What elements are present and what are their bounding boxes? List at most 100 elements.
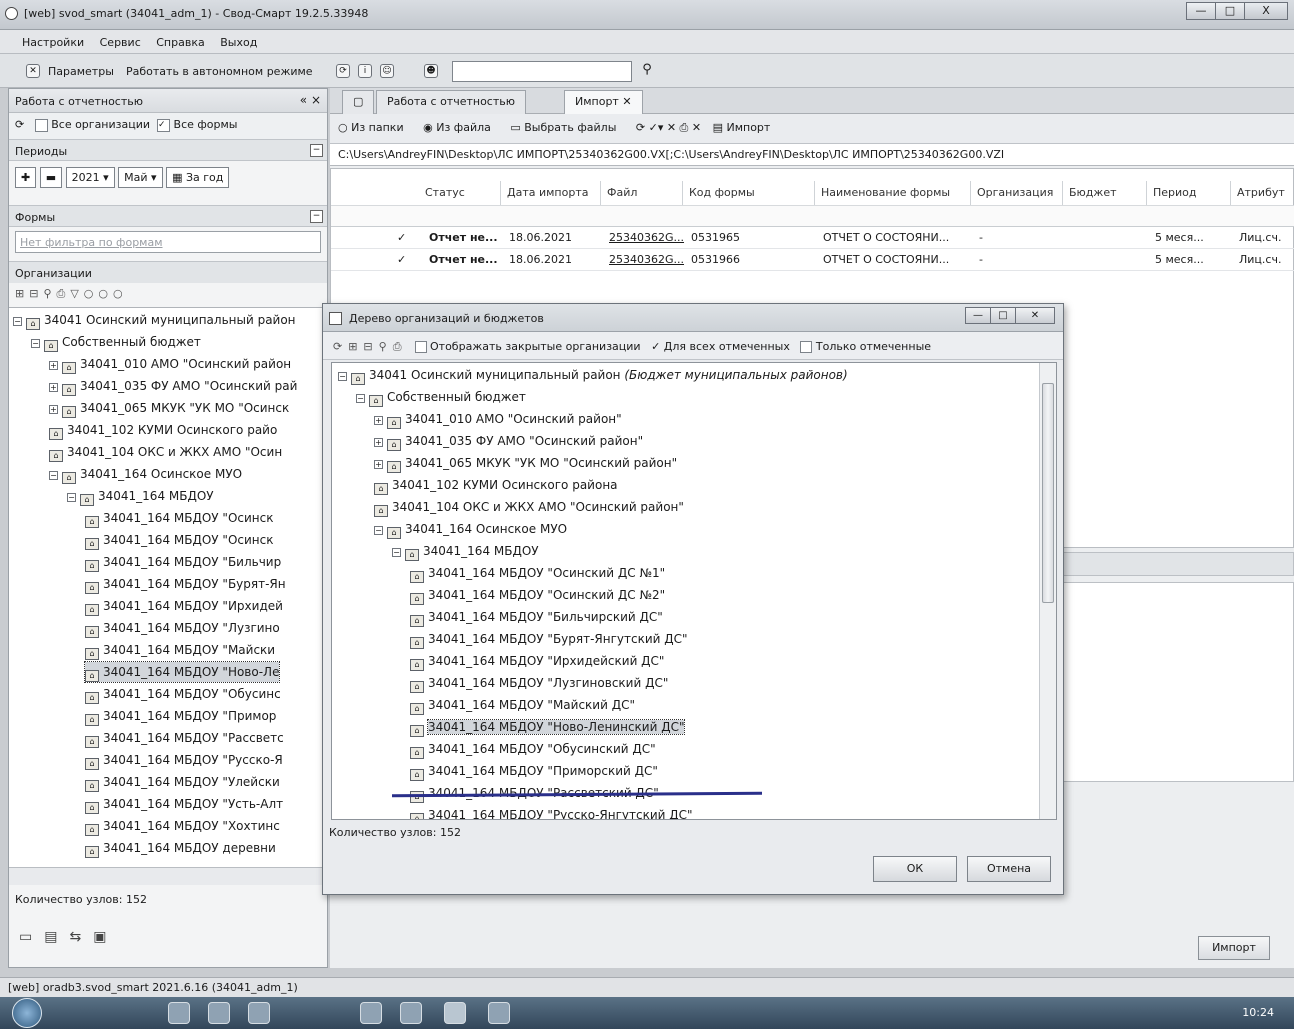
- import-toolbar-button[interactable]: ▤ Импорт: [713, 121, 779, 134]
- dialog-tree-node[interactable]: ⌂ 34041_164 МБДОУ "Ново-Ленинский ДС": [410, 717, 686, 737]
- toolbar-search-input[interactable]: [452, 61, 632, 82]
- expand-icon[interactable]: −: [374, 526, 383, 535]
- show-closed-checkbox[interactable]: [414, 341, 427, 353]
- dialog-tree-node[interactable]: ⌂ 34041_164 МБДОУ "Бильчирский ДС": [410, 607, 663, 627]
- expand-icon[interactable]: +: [49, 361, 58, 370]
- grid-column-header[interactable]: Файл: [601, 181, 683, 205]
- org-tree-node[interactable]: ⌂ 34041_164 МБДОУ "Осинск: [85, 508, 273, 528]
- dialog-tree-node[interactable]: ⌂ 34041_102 КУМИ Осинского района: [374, 475, 618, 495]
- dialog-tree-node[interactable]: ⌂ 34041_164 МБДОУ "Приморский ДС": [410, 761, 658, 781]
- sync-icon[interactable]: ⇆: [69, 929, 93, 945]
- taskbar-app-icon[interactable]: [248, 1002, 270, 1024]
- expand-icon[interactable]: −: [67, 493, 76, 502]
- tab-reporting[interactable]: Работа с отчетностью: [376, 90, 527, 114]
- all-orgs-checkbox[interactable]: [34, 118, 48, 132]
- only-checked-checkbox[interactable]: [800, 341, 813, 353]
- tab-import[interactable]: Импорт ✕: [564, 90, 643, 114]
- taskbar-app-icon[interactable]: [444, 1002, 466, 1024]
- expand-icon[interactable]: +: [49, 383, 58, 392]
- menu-service[interactable]: Сервис: [100, 36, 141, 49]
- table-icon[interactable]: ▤: [44, 929, 69, 945]
- dialog-tree-node[interactable]: ⌂ 34041_164 МБДОУ "Ирхидейский ДС": [410, 651, 664, 671]
- org-tree-node[interactable]: ⌂ 34041_164 МБДОУ "Осинск: [85, 530, 273, 550]
- taskbar-app-icon[interactable]: [360, 1002, 382, 1024]
- table-row[interactable]: ✓ Отчет не... 18.06.2021 25340362G... 053196…: [331, 249, 1294, 271]
- org-tree-node[interactable]: ⌂ 34041_164 МБДОУ "Обусинс: [85, 684, 281, 704]
- dialog-tree-node[interactable]: ⌂ 34041_164 МБДОУ "Майский ДС": [410, 695, 635, 715]
- dialog-tree-node[interactable]: − ⌂ Собственный бюджет: [356, 387, 526, 407]
- org-tree-node[interactable]: + ⌂ 34041_010 АМО "Осинский район: [49, 354, 291, 374]
- periods-collapse-button[interactable]: −: [310, 144, 323, 157]
- expand-icon[interactable]: +: [374, 438, 383, 447]
- dialog-tool-icons[interactable]: ⟳⊞⊟⚲⎙: [333, 340, 408, 353]
- dialog-tree-node[interactable]: ⌂ 34041_104 ОКС и ЖКХ АМО "Осинский район…: [374, 497, 684, 517]
- org-tree-node[interactable]: + ⌂ 34041_035 ФУ АМО "Осинский рай: [49, 376, 297, 396]
- grid-column-header[interactable]: Наименование формы: [815, 181, 971, 205]
- grid-column-header[interactable]: Код формы: [683, 181, 815, 205]
- dialog-tree-node[interactable]: − ⌂ 34041_164 Осинское МУО: [374, 519, 567, 539]
- minimize-button[interactable]: —: [1186, 2, 1216, 20]
- grid-column-header[interactable]: Атрибут: [1231, 181, 1294, 205]
- org-tree-node[interactable]: ⌂ 34041_164 МБДОУ "Русско-Я: [85, 750, 283, 770]
- org-tree-node[interactable]: − ⌂ 34041 Осинский муниципальный район: [13, 310, 296, 330]
- menu-exit[interactable]: Выход: [220, 36, 257, 49]
- expand-icon[interactable]: +: [49, 405, 58, 414]
- collapse-all-icon[interactable]: ⊟: [29, 287, 43, 300]
- expand-icon[interactable]: +: [374, 460, 383, 469]
- org-tree-node[interactable]: ⌂ 34041_104 ОКС и ЖКХ АМО "Осин: [49, 442, 282, 462]
- org-tree-node[interactable]: ⌂ 34041_164 МБДОУ "Бильчир: [85, 552, 281, 572]
- taskbar-app-icon[interactable]: [168, 1002, 190, 1024]
- maximize-button[interactable]: □: [1215, 2, 1245, 20]
- expand-icon[interactable]: −: [49, 471, 58, 480]
- remove-period-button[interactable]: ▬: [39, 167, 63, 188]
- close-button[interactable]: X: [1244, 2, 1288, 20]
- grid-column-header[interactable]: Бюджет: [1063, 181, 1147, 205]
- org-tree-node[interactable]: ⌂ 34041_164 МБДОУ "Лузгино: [85, 618, 280, 638]
- offline-mode-button[interactable]: Работать в автономном режиме: [126, 65, 313, 78]
- tab-home[interactable]: ▢: [342, 90, 374, 114]
- grid-column-header[interactable]: Статус: [419, 181, 501, 205]
- users-icon[interactable]: ☺: [380, 64, 394, 78]
- from-file-radio[interactable]: ◉ Из файла: [423, 121, 499, 134]
- org-tree-node[interactable]: ⌂ 34041_102 КУМИ Осинского райо: [49, 420, 277, 440]
- expand-icon[interactable]: +: [374, 416, 383, 425]
- start-button[interactable]: [12, 998, 42, 1028]
- print-icon[interactable]: ⎙: [57, 287, 71, 300]
- forms-filter-link[interactable]: Нет фильтра по формам: [15, 231, 321, 253]
- file-path-field[interactable]: C:\Users\AndreyFIN\Desktop\ЛС ИМПОРТ\253…: [330, 144, 1294, 166]
- for-year-button[interactable]: ▦ За год: [166, 167, 230, 188]
- tree-root[interactable]: − ⌂ 34041 Осинский муниципальный район (Бю…: [338, 365, 848, 385]
- filter-icon[interactable]: ▽: [70, 287, 83, 300]
- circle-icon[interactable]: ○○○: [84, 287, 128, 300]
- org-tree-node[interactable]: ⌂ 34041_164 МБДОУ "Усть-Алт: [85, 794, 283, 814]
- dialog-tree-node[interactable]: + ⌂ 34041_035 ФУ АМО "Осинский район": [374, 431, 643, 451]
- dialog-tree-scrollbar[interactable]: [1039, 363, 1056, 819]
- all-forms-checkbox[interactable]: ✓: [157, 118, 171, 132]
- dialog-tree-node[interactable]: + ⌂ 34041_065 МКУК "УК МО "Осинский район": [374, 453, 677, 473]
- params-icon[interactable]: ✕: [26, 64, 40, 78]
- org-tree-node[interactable]: + ⌂ 34041_065 МКУК "УК МО "Осинск: [49, 398, 289, 418]
- folder-icon[interactable]: ▭: [19, 929, 44, 945]
- org-tree-node[interactable]: ⌂ 34041_164 МБДОУ "Примор: [85, 706, 276, 726]
- refresh-icon[interactable]: ⟳: [336, 64, 350, 78]
- add-period-button[interactable]: ✚: [15, 167, 37, 188]
- taskbar-app-icon[interactable]: [400, 1002, 422, 1024]
- expand-icon[interactable]: −: [13, 317, 22, 326]
- toolbar-action-icons[interactable]: ⟳ ✓▾ ✕ ⎙ ✕: [636, 121, 701, 134]
- dialog-tree-node[interactable]: ⌂ 34041_164 МБДОУ "Лузгиновский ДС": [410, 673, 668, 693]
- search-doc-icon[interactable]: ▣: [93, 929, 118, 945]
- menu-help[interactable]: Справка: [156, 36, 204, 49]
- dialog-tree-node[interactable]: ⌂ 34041_164 МБДОУ "Обусинский ДС": [410, 739, 656, 759]
- dialog-tree-node[interactable]: ⌂ 34041_164 МБДОУ "Осинский ДС №2": [410, 585, 665, 605]
- grid-filter-row[interactable]: [331, 205, 1294, 227]
- binoculars-icon[interactable]: ⚲: [640, 63, 654, 78]
- dialog-tree-node[interactable]: − ⌂ 34041_164 МБДОУ: [392, 541, 539, 561]
- table-row[interactable]: ✓ Отчет не... 18.06.2021 25340362G... 053196…: [331, 227, 1294, 249]
- scroll-thumb[interactable]: [1042, 383, 1054, 603]
- org-tree-node[interactable]: ⌂ 34041_164 МБДОУ деревни: [85, 838, 276, 858]
- expand-icon[interactable]: −: [356, 394, 365, 403]
- org-tree-node[interactable]: ⌂ 34041_164 МБДОУ "Хохтинс: [85, 816, 280, 836]
- dialog-tree-node[interactable]: ⌂ 34041_164 МБДОУ "Осинский ДС №1": [410, 563, 665, 583]
- dialog-tree-node[interactable]: + ⌂ 34041_010 АМО "Осинский район": [374, 409, 622, 429]
- org-tree-node[interactable]: ⌂ 34041_164 МБДОУ "Улейски: [85, 772, 280, 792]
